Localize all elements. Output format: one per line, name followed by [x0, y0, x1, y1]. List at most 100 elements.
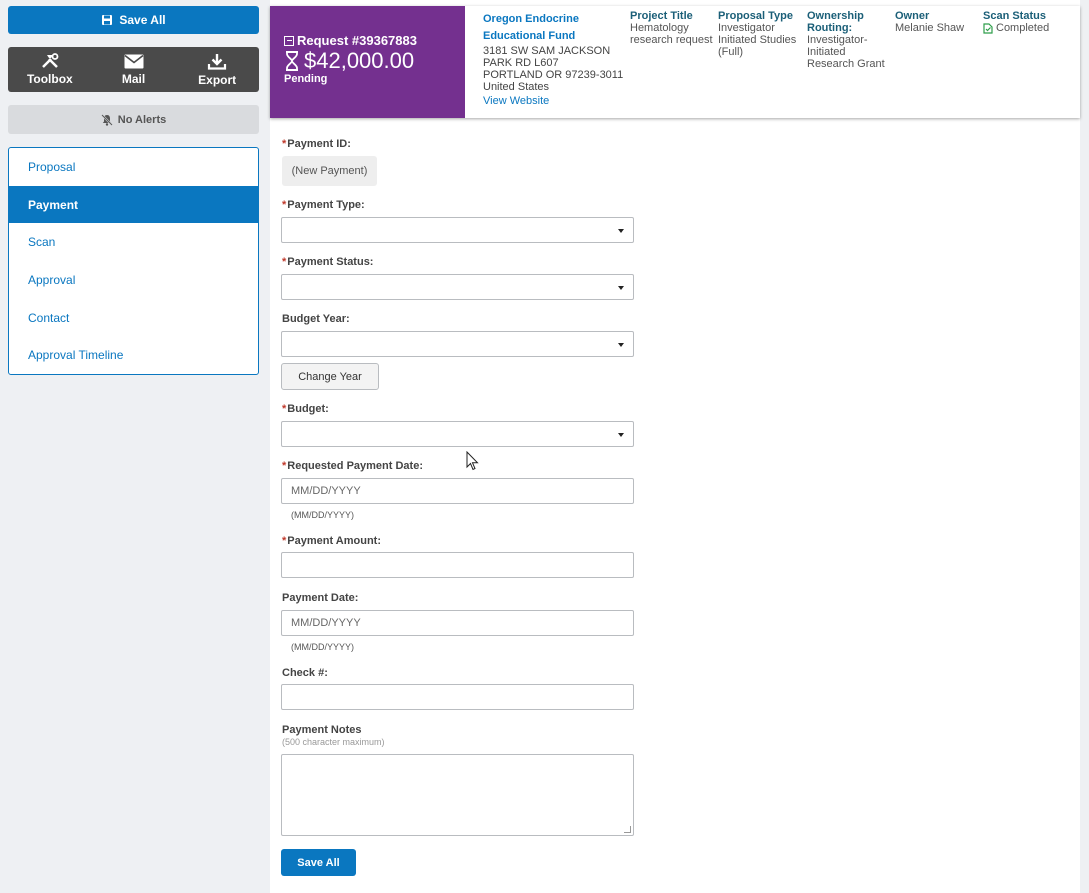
sidebar-item-proposal[interactable]: Proposal [9, 148, 258, 186]
payment-amount-field[interactable] [281, 552, 634, 578]
export-label: Export [198, 72, 237, 87]
owner-heading: Owner [895, 10, 930, 22]
mail-label: Mail [121, 71, 146, 86]
scan-status-text: Completed [996, 22, 1050, 34]
payment-date-label: Payment Date: [282, 592, 359, 604]
payment-notes-label: Payment Notes (500 character maximum) [282, 724, 385, 747]
view-website-link[interactable]: View Website [483, 95, 628, 107]
payment-amount-input[interactable] [282, 553, 633, 577]
sidebar-item-label: Proposal [28, 159, 76, 174]
organization-country: United States [483, 81, 550, 93]
ownership-routing-heading: Ownership Routing: [807, 10, 864, 34]
payment-id-label-text: Payment ID: [287, 138, 351, 150]
required-marker: * [282, 256, 287, 268]
payment-type-label-text: Payment Type: [287, 199, 365, 211]
alerts-label: No Alerts [117, 113, 167, 126]
payment-status-label: *Payment Status: [282, 256, 373, 268]
budget-year-label: Budget Year: [282, 313, 350, 325]
ownership-routing-col: Ownership Routing: Investigator-Initiate… [807, 10, 891, 70]
payment-amount-label-text: Payment Amount: [287, 535, 381, 547]
sidebar-item-contact[interactable]: Contact [9, 299, 258, 337]
payment-date-field[interactable] [281, 610, 634, 636]
owner-col: Owner Melanie Shaw [895, 10, 979, 34]
sidebar-item-label: Approval [28, 272, 76, 287]
save-all-bottom-button[interactable]: Save All [281, 849, 356, 876]
payment-notes-label-text: Payment Notes [282, 724, 362, 736]
mouse-cursor-icon [466, 451, 479, 471]
payment-date-hint: (MM/DD/YYYY) [291, 642, 354, 652]
required-marker: * [282, 403, 287, 415]
save-icon [102, 15, 113, 25]
requested-payment-date-hint: (MM/DD/YYYY) [291, 510, 354, 520]
organization-name[interactable]: Oregon Endocrine Educational Fund [483, 11, 628, 45]
required-marker: * [282, 535, 287, 547]
request-banner: Request #39367883 $42,000.00 Pending [270, 6, 465, 118]
sidebar-item-label: Approval Timeline [28, 348, 124, 363]
amount-value: $42,000.00 [304, 48, 415, 73]
payment-type-label: *Payment Type: [282, 199, 365, 211]
sidebar-item-approval[interactable]: Approval [9, 261, 258, 299]
export-button[interactable]: Export [175, 47, 259, 92]
mail-button[interactable]: Mail [92, 47, 176, 92]
required-marker: * [282, 199, 287, 211]
scan-status-value: Completed [983, 22, 1073, 34]
bell-off-icon [101, 113, 113, 126]
payment-notes-textarea[interactable] [281, 754, 634, 836]
payment-status-select[interactable] [281, 274, 634, 300]
sidebar-item-approval-timeline[interactable]: Approval Timeline [9, 336, 258, 374]
payment-notes-sublabel: (500 character maximum) [282, 737, 385, 747]
toolbox-label: Toolbox [26, 72, 73, 86]
budget-year-select[interactable] [281, 331, 634, 357]
proposal-type-heading: Proposal Type [718, 10, 793, 22]
requested-payment-date-input[interactable] [282, 479, 633, 503]
organization-info: Oregon Endocrine Educational Fund 3181 S… [483, 11, 628, 107]
budget-label-text: Budget: [287, 403, 329, 415]
toolbar: Toolbox Mail Export [8, 47, 259, 92]
check-number-field[interactable] [281, 684, 634, 710]
sidebar-item-label: Scan [28, 235, 56, 250]
request-id-label: Request #39367883 [297, 33, 417, 48]
proposal-type-value: Investigator Initiated Studies (Full) [718, 22, 797, 58]
requested-payment-date-label-text: Requested Payment Date: [287, 460, 423, 472]
alerts-button[interactable]: No Alerts [8, 105, 259, 134]
payment-status-label-text: Payment Status: [287, 256, 374, 268]
scan-status-col: Scan Status Completed [983, 10, 1073, 34]
budget-label: *Budget: [282, 403, 329, 415]
payment-type-select[interactable] [281, 217, 634, 243]
payment-amount-label: *Payment Amount: [282, 535, 381, 547]
request-id: Request #39367883 [284, 33, 465, 48]
requested-payment-date-field[interactable] [281, 478, 634, 504]
collapse-icon[interactable] [284, 35, 294, 46]
payment-id-value: (New Payment) [282, 156, 377, 186]
sidebar-nav: Proposal Payment Scan Approval Contact A… [8, 147, 259, 376]
required-marker: * [282, 138, 287, 150]
save-all-button[interactable]: Save All [8, 6, 259, 34]
payment-date-input[interactable] [282, 611, 633, 635]
sidebar-item-scan[interactable]: Scan [9, 223, 258, 261]
payment-id-label: *Payment ID: [282, 138, 351, 150]
toolbox-button[interactable]: Toolbox [8, 47, 92, 92]
organization-address-2: PORTLAND OR 97239-3011 [483, 69, 624, 81]
mail-icon [124, 54, 143, 68]
scan-status-heading: Scan Status [983, 10, 1046, 22]
check-number-input[interactable] [282, 685, 633, 709]
check-number-label: Check #: [282, 667, 328, 679]
request-status: Pending [284, 73, 328, 85]
hourglass-icon [286, 51, 298, 71]
tools-icon [41, 53, 59, 68]
change-year-button[interactable]: Change Year [281, 363, 379, 390]
check-file-icon [983, 22, 993, 34]
organization-address-1: 3181 SW SAM JACKSON PARK RD L607 [483, 45, 611, 69]
project-title-value: Hematology research request [630, 22, 713, 46]
sidebar-item-label: Contact [28, 310, 70, 325]
download-icon [208, 53, 227, 70]
project-title-col: Project Title Hematology research reques… [630, 10, 718, 46]
sidebar-item-label: Payment [28, 197, 79, 212]
ownership-routing-value: Investigator-Initiated Research Grant [807, 34, 885, 70]
proposal-type-col: Proposal Type Investigator Initiated Stu… [718, 10, 804, 58]
request-amount: $42,000.00 [284, 50, 465, 72]
requested-payment-date-label: *Requested Payment Date: [282, 460, 423, 472]
save-all-label: Save All [119, 13, 166, 27]
budget-select[interactable] [281, 421, 634, 447]
sidebar-item-payment[interactable]: Payment [9, 185, 258, 224]
